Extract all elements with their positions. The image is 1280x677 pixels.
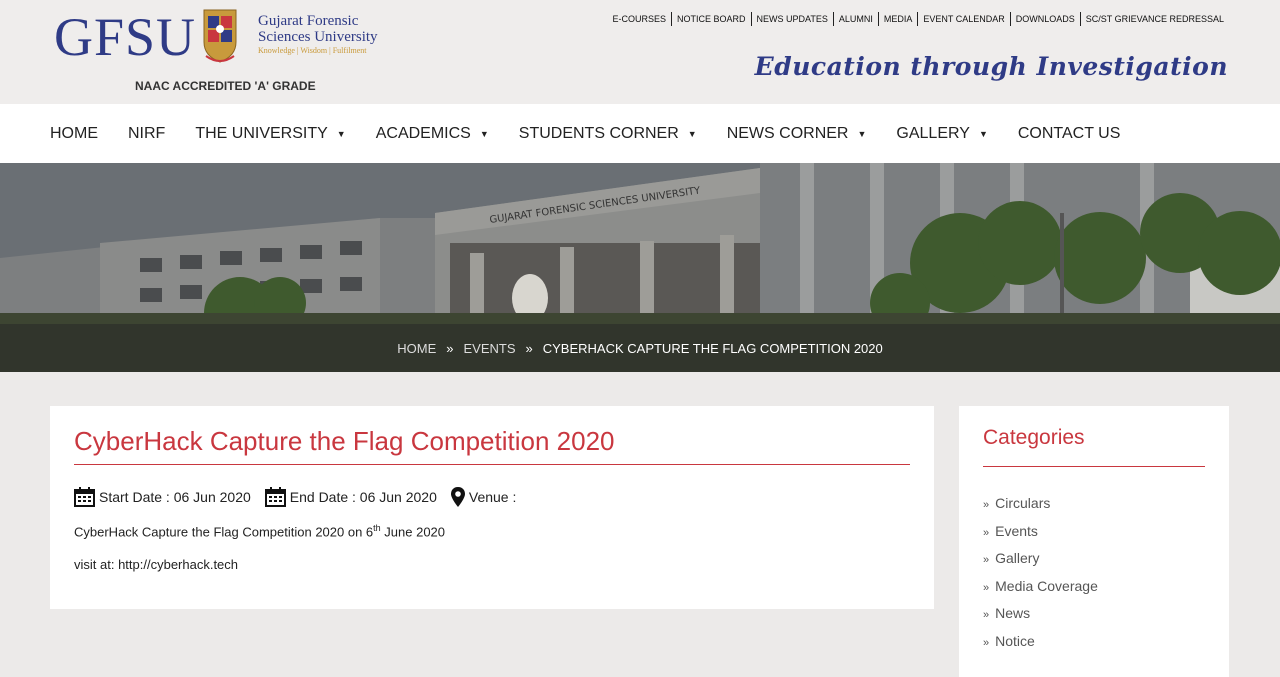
logo-abbr[interactable]: GFSU: [54, 8, 196, 66]
nav-the-university[interactable]: THE UNIVERSITY ▼: [195, 125, 345, 143]
breadcrumb-current: CYBERHACK CAPTURE THE FLAG COMPETITION 2…: [542, 340, 883, 356]
caret-down-icon: ▼: [857, 128, 867, 139]
caret-down-icon: ▼: [978, 128, 988, 139]
sidebar-title: Categories: [983, 426, 1205, 467]
caret-down-icon: ▼: [479, 128, 489, 139]
category-item-media-coverage[interactable]: » Media Coverage: [983, 574, 1205, 602]
category-item-events[interactable]: » Events: [983, 519, 1205, 547]
top-links: E-COURSES NOTICE BOARD NEWS UPDATES ALUM…: [608, 12, 1224, 26]
nav-students-corner[interactable]: STUDENTS CORNER ▼: [519, 125, 697, 143]
breadcrumb-separator: »: [525, 340, 533, 356]
site-header: GFSU Gujarat Forensic Sciences Universit…: [0, 0, 1280, 104]
university-tagline: Knowledge | Wisdom | Fulfilment: [258, 46, 367, 55]
top-link-downloads[interactable]: DOWNLOADS: [1011, 12, 1081, 26]
page-banner: GUJARAT FORENSIC SCIENCES UNIVERSITY HOM…: [0, 163, 1280, 372]
breadcrumb-separator: »: [446, 340, 454, 356]
category-item-circulars[interactable]: » Circulars: [983, 491, 1205, 519]
top-link-notice-board[interactable]: NOTICE BOARD: [672, 12, 752, 26]
nav-contact-us[interactable]: CONTACT US: [1018, 125, 1121, 143]
map-pin-icon: [450, 487, 465, 507]
start-date: Start Date : 06 Jun 2020: [74, 487, 251, 507]
university-name: Gujarat Forensic Sciences University: [258, 13, 378, 45]
category-item-notice[interactable]: » Notice: [983, 629, 1205, 657]
top-link-grievance[interactable]: SC/ST GRIEVANCE REDRESSAL: [1081, 12, 1224, 26]
top-link-news-updates[interactable]: NEWS UPDATES: [752, 12, 834, 26]
top-link-event-calendar[interactable]: EVENT CALENDAR: [918, 12, 1011, 26]
motto: Education through Investigation: [754, 52, 1228, 81]
nav-nirf[interactable]: NIRF: [128, 125, 165, 143]
calendar-icon: [264, 487, 286, 507]
caret-down-icon: ▼: [687, 128, 697, 139]
breadcrumb: HOME » EVENTS » CYBERHACK CAPTURE THE FL…: [0, 324, 1280, 372]
event-link[interactable]: visit at: http://cyberhack.tech: [74, 557, 910, 572]
accreditation-label: NAAC ACCREDITED 'A' GRADE: [135, 79, 316, 93]
top-link-e-courses[interactable]: E-COURSES: [608, 12, 673, 26]
end-date: End Date : 06 Jun 2020: [264, 487, 437, 507]
top-link-media[interactable]: MEDIA: [879, 12, 919, 26]
event-meta: Start Date : 06 Jun 2020 End Date : 06 J…: [74, 487, 910, 507]
top-link-alumni[interactable]: ALUMNI: [834, 12, 879, 26]
calendar-icon: [74, 487, 95, 507]
breadcrumb-home[interactable]: HOME: [397, 341, 436, 356]
category-list: » Circulars » Events » Gallery » Media Cover…: [983, 491, 1205, 656]
university-crest-icon[interactable]: [200, 8, 240, 66]
venue: Venue :: [450, 487, 516, 507]
nav-home[interactable]: HOME: [50, 125, 98, 143]
nav-news-corner[interactable]: NEWS CORNER ▼: [727, 125, 867, 143]
caret-down-icon: ▼: [336, 128, 346, 139]
categories-sidebar: Categories » Circulars » Events » Gallery »…: [959, 406, 1229, 677]
event-description: CyberHack Capture the Flag Competition 2…: [74, 523, 446, 540]
category-item-news[interactable]: » News: [983, 601, 1205, 629]
event-title: CyberHack Capture the Flag Competition 2…: [74, 426, 910, 465]
category-item-gallery[interactable]: » Gallery: [983, 546, 1205, 574]
breadcrumb-events[interactable]: EVENTS: [463, 341, 515, 356]
event-card: CyberHack Capture the Flag Competition 2…: [50, 406, 934, 609]
nav-gallery[interactable]: GALLERY ▼: [896, 125, 987, 143]
main-nav: HOME NIRF THE UNIVERSITY ▼ ACADEMICS ▼ STU…: [0, 104, 1280, 163]
nav-academics[interactable]: ACADEMICS ▼: [376, 125, 489, 143]
